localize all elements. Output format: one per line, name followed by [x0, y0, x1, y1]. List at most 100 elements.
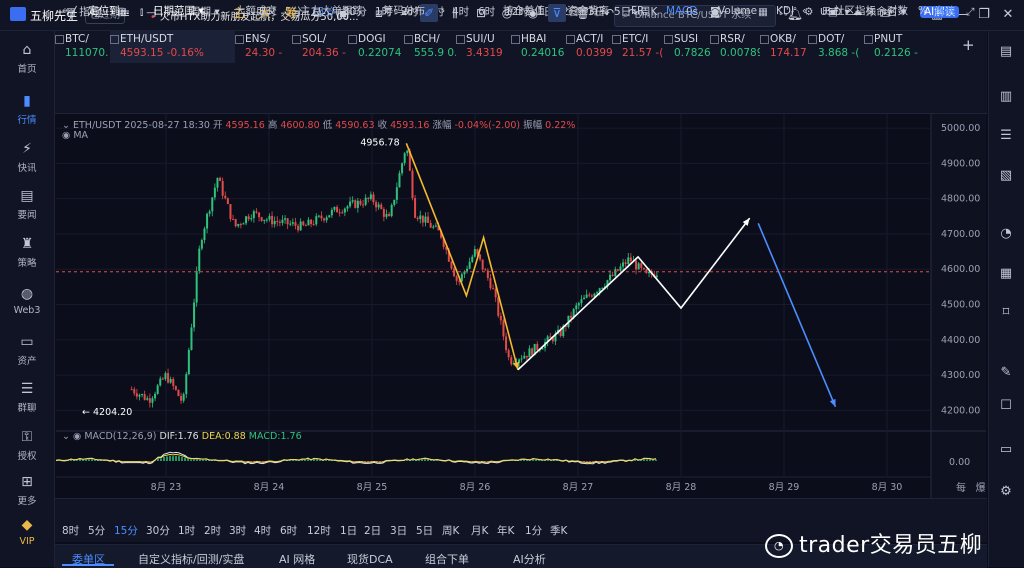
ticker-tab[interactable]: SUI/U 3.4319 [456, 31, 511, 63]
filter-icon[interactable]: ⊽ [548, 4, 566, 22]
candle-body [481, 259, 484, 270]
calculator-icon[interactable]: ▦ [998, 266, 1014, 282]
ticker-tab[interactable]: ETC/I 21.57 -( [612, 31, 664, 63]
eye-toggle-icon[interactable]: ◉ [62, 130, 70, 141]
nav-item-5[interactable]: ◍ Web3 [0, 286, 54, 316]
nav-item-10[interactable]: ◆ VIP [0, 517, 54, 547]
bottom-interval-13[interactable]: 5日 [416, 523, 433, 539]
bottom-interval-3[interactable]: 30分 [146, 523, 170, 539]
lock-icon[interactable]: ⊡ [472, 4, 490, 22]
depth-icon[interactable]: ▧ [998, 168, 1014, 184]
bottom-interval-6[interactable]: 3时 [229, 523, 246, 539]
note-icon[interactable]: ✎ [998, 365, 1014, 381]
bottom-interval-7[interactable]: 4时 [254, 523, 271, 539]
collapse-macd-icon[interactable]: ⌄ [62, 431, 70, 442]
ticker-tab[interactable]: BTC/111070. [55, 31, 110, 63]
bottom-interval-14[interactable]: 周K [442, 523, 459, 539]
candle-body [333, 206, 336, 210]
bottom-interval-2[interactable]: 15分 [114, 523, 138, 539]
nav-item-3[interactable]: ▤ 要闻 [0, 188, 54, 221]
bottom-interval-9[interactable]: 12时 [307, 523, 331, 539]
bookmark-icon[interactable]: ⌑ [998, 305, 1014, 321]
log-scale-toggle[interactable]: 对数 [887, 3, 908, 19]
indicator-tab-7[interactable]: Volume [718, 3, 757, 19]
indicator-tab-4[interactable]: 资金背离 [567, 3, 609, 19]
ticker-tab[interactable]: DOGI 0.22074 [348, 31, 404, 63]
auto-scale-toggle[interactable]: 自动 [934, 3, 955, 19]
bottom-interval-15[interactable]: 月K [471, 523, 488, 539]
nav-item-1[interactable]: ▮ 行情 [0, 93, 54, 126]
bottom-interval-4[interactable]: 1时 [178, 523, 195, 539]
community-indicators[interactable]: 社区指标 [834, 3, 876, 19]
nav-item-4[interactable]: ♜ 策略 [0, 236, 54, 269]
prev-icon[interactable]: ‹ [802, 3, 806, 19]
ticker-tab[interactable]: DOT/3.868 -( [808, 31, 864, 63]
layout-icon[interactable]: ▤ [998, 44, 1014, 60]
candle-body [473, 249, 476, 257]
bottom-tab-4[interactable]: 组合下单 [425, 551, 469, 567]
bottom-interval-12[interactable]: 3日 [390, 523, 407, 539]
indicator-tab-2[interactable]: 筹码分布 [383, 3, 425, 19]
bottom-interval-1[interactable]: 5分 [88, 523, 105, 539]
ticker-tab[interactable]: RSR/0.00789 [710, 31, 760, 63]
ticker-tab[interactable]: ACT/I 0.0399 - [566, 31, 612, 63]
expand-icon[interactable]: ⤢ [966, 4, 974, 20]
indicator-tab-0[interactable]: 大额成交 [235, 3, 277, 19]
ticker-tab[interactable]: SUSI 0.7826 - [664, 31, 710, 63]
bottom-interval-17[interactable]: 1分 [525, 523, 542, 539]
indicator-tab-5[interactable]: FR [631, 3, 644, 19]
percent-toggle[interactable]: % [918, 3, 928, 19]
close-icon[interactable]: ✕ [999, 6, 1017, 24]
bottom-tab-3[interactable]: 现货DCA [347, 551, 393, 567]
alert-icon[interactable]: ◔ [998, 226, 1014, 242]
nav-item-9[interactable]: ⊞ 更多 [0, 474, 54, 507]
nav-item-0[interactable]: ⌂ 首页 [0, 42, 54, 75]
ticker-tab[interactable]: ENS/24.30 - [235, 31, 292, 63]
ticker-tab[interactable]: HBAI 0.24016 [511, 31, 566, 63]
bottom-interval-16[interactable]: 年K [497, 523, 514, 539]
ticker-tab[interactable]: BCH/555.9 0. [404, 31, 456, 63]
pin-icon[interactable]: ⌖ [62, 3, 68, 19]
bars-icon[interactable]: ⫼ [446, 4, 464, 22]
chip-tool[interactable]: 筹 [282, 4, 300, 22]
bottom-tab-1[interactable]: 自定义指标/回测/实盘 [138, 551, 244, 567]
ticker-tab[interactable]: PNUT 0.2126 - [864, 31, 922, 63]
nav-item-8[interactable]: ⚿ 授权 [0, 429, 54, 462]
nav-item-7[interactable]: ☰ 群聊 [0, 381, 54, 414]
bottom-interval-5[interactable]: 2时 [204, 523, 221, 539]
bottom-tab-2[interactable]: AI 网格 [279, 551, 315, 567]
ticker-name: BTC/ [65, 33, 89, 45]
date-range-dropdown[interactable]: 日期范围 ▾ [153, 3, 204, 19]
indicator-tab-1[interactable]: 主力大单跟踪 [300, 3, 363, 19]
ticker-tab[interactable]: ETH/USDT 4593.15 -0.16% [110, 31, 235, 63]
add-ticker-icon[interactable]: + [962, 36, 975, 54]
nav-item-6[interactable]: ▭ 资产 [0, 334, 54, 367]
bottom-interval-18[interactable]: 季K [550, 523, 567, 539]
bottom-interval-8[interactable]: 6时 [280, 523, 297, 539]
chevron-right-icon[interactable]: › [441, 3, 445, 19]
ma-label[interactable]: ◉ MA [62, 130, 88, 141]
panel-icon[interactable]: ▭ [998, 442, 1014, 458]
indicator-tab-3[interactable]: 持仓差值 [503, 3, 545, 19]
eye-macd-icon[interactable]: ◉ [73, 431, 81, 442]
change-label: 涨幅 [432, 120, 452, 131]
bottom-interval-11[interactable]: 2日 [364, 523, 381, 539]
indicator-tab-6[interactable]: MACD [666, 3, 697, 19]
bottom-interval-0[interactable]: 8时 [62, 523, 79, 539]
grid-small-icon[interactable]: ⊞ [822, 3, 831, 19]
axis-corner-2: 爆 [975, 483, 986, 494]
nav-item-2[interactable]: ⚡ 快讯 [0, 141, 54, 174]
locate-button[interactable]: 定位到... [88, 3, 130, 19]
restore-icon[interactable]: ❐ [975, 6, 993, 24]
ticker-tab[interactable]: OKB/174.17 - [760, 31, 808, 63]
bottom-interval-10[interactable]: 1日 [340, 523, 357, 539]
grid-icon[interactable]: ▦ [758, 4, 768, 20]
chat-bubble-icon[interactable]: ☐ [998, 398, 1014, 414]
axis-corner[interactable]: 每 爆 [956, 479, 986, 494]
bottom-tab-5[interactable]: AI分析 [513, 551, 546, 567]
orderbook-icon[interactable]: ▥ [998, 89, 1014, 105]
ticker-tab[interactable]: SOL/204.36 - [292, 31, 348, 63]
indicator-tab-8[interactable]: KDJ [776, 3, 794, 19]
trades-icon[interactable]: ☰ [998, 128, 1014, 144]
settings-icon[interactable]: ⚙ [998, 484, 1014, 500]
